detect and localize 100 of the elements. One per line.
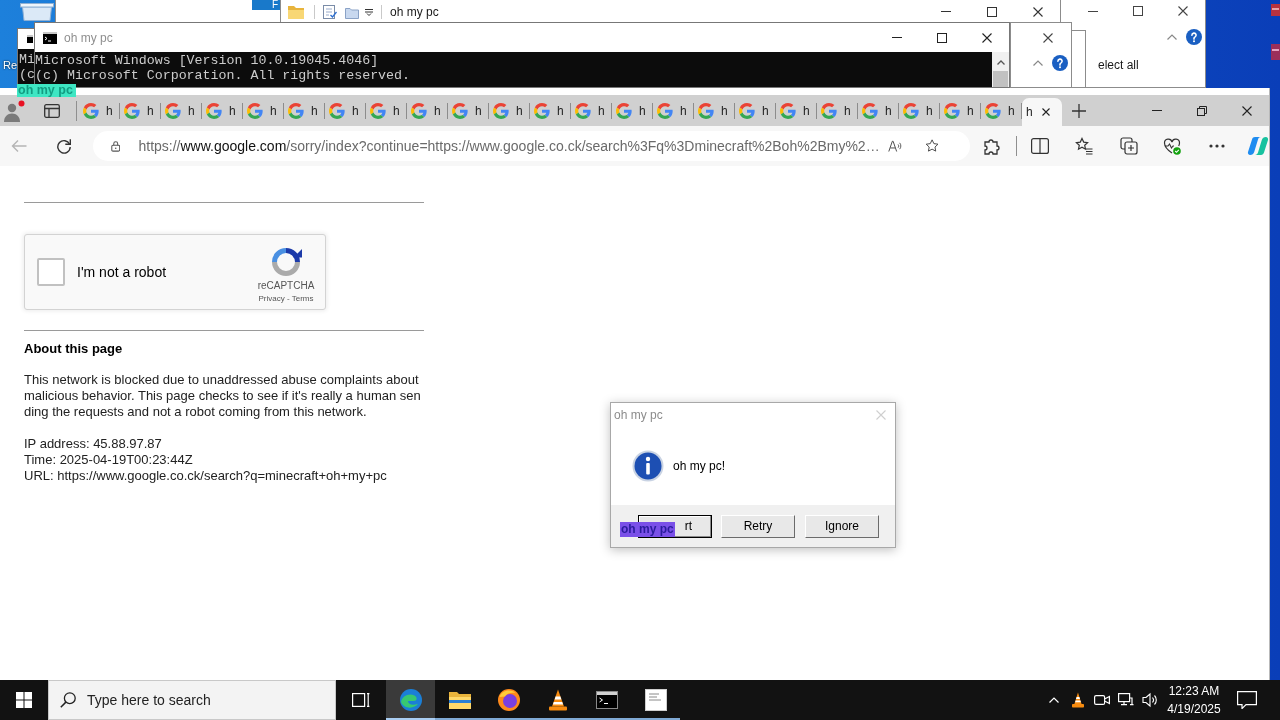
g-logo-icon xyxy=(288,102,304,119)
close-icon[interactable] xyxy=(981,32,992,43)
g-logo-icon xyxy=(698,102,714,119)
traffic-cone-icon[interactable] xyxy=(1071,692,1085,708)
puzzle-icon[interactable] xyxy=(983,137,1001,155)
close-icon[interactable] xyxy=(1041,108,1050,116)
browser-tab[interactable]: h xyxy=(776,95,817,126)
browser-tab[interactable]: h xyxy=(694,95,735,126)
address-bar[interactable]: https://www.google.com/sorry/index?continue=https://www.google.co.ck/search%3Fq%3Dminecraft%2Boh%2Bmy%2… xyxy=(93,131,970,161)
browser-tab[interactable]: h xyxy=(981,95,1022,126)
clock-time[interactable]: 12:23 AM xyxy=(1168,682,1220,700)
video-camera-icon[interactable] xyxy=(1094,692,1110,708)
browser-tab[interactable]: h xyxy=(571,95,612,126)
browser-tab[interactable]: h xyxy=(817,95,858,126)
browser-tab[interactable]: h xyxy=(899,95,940,126)
minimize-icon[interactable] xyxy=(891,37,902,38)
dialog-button[interactable]: Retry xyxy=(721,515,795,538)
g-logo-icon xyxy=(411,102,427,119)
ribbon-tab[interactable]: F xyxy=(252,0,281,10)
browser-tab[interactable]: h xyxy=(1022,98,1062,126)
scroll-thumb[interactable] xyxy=(993,71,1008,87)
checkbox-label: I'm not a robot xyxy=(77,264,167,280)
notification-icon[interactable] xyxy=(1237,691,1257,709)
browser-tab[interactable]: h xyxy=(530,95,571,126)
close-icon[interactable] xyxy=(1043,33,1053,43)
tab-panel-icon[interactable] xyxy=(44,102,60,119)
task-view-icon[interactable] xyxy=(352,692,370,708)
g-logo-icon xyxy=(329,102,345,119)
ribbon-item[interactable]: elect all xyxy=(1098,58,1139,72)
browser-tab[interactable]: h xyxy=(161,95,202,126)
reload-icon[interactable] xyxy=(56,138,72,154)
help-icon[interactable] xyxy=(1052,55,1068,71)
console-output-line: Mi xyxy=(19,52,34,67)
g-logo-icon xyxy=(739,102,755,119)
help-icon[interactable] xyxy=(1186,29,1202,45)
browser-tab[interactable]: h xyxy=(407,95,448,126)
browser-tab[interactable]: h xyxy=(366,95,407,126)
close-icon[interactable] xyxy=(1177,6,1188,16)
heart-pulse-icon[interactable] xyxy=(1163,137,1181,155)
maximize-icon[interactable] xyxy=(936,32,947,43)
browser-tab[interactable]: h xyxy=(653,95,694,126)
collections-icon[interactable] xyxy=(1120,137,1138,155)
dialog-button[interactable]: Ignore xyxy=(805,515,879,538)
privacy-terms-links[interactable]: Privacy - Terms xyxy=(258,294,314,304)
terminal-icon xyxy=(594,688,619,712)
browser-tab[interactable]: h xyxy=(858,95,899,126)
star-icon[interactable] xyxy=(924,137,939,155)
maximize-icon[interactable] xyxy=(1132,6,1143,16)
g-logo-icon xyxy=(575,102,591,119)
console-icon xyxy=(43,31,57,44)
paragraph: This network is blocked due to unaddressed abuse complaints about malicious behavior. This page checks to see if it's really a human sending the requests and not a robot coming from this network. xyxy=(24,372,422,420)
shortcut-icon[interactable] xyxy=(1271,4,1280,16)
g-logo-icon xyxy=(944,102,960,119)
browser-tab[interactable]: h xyxy=(120,95,161,126)
browser-tab[interactable]: h xyxy=(243,95,284,126)
windows-logo-icon[interactable] xyxy=(16,692,32,708)
browser-tab[interactable]: h xyxy=(448,95,489,126)
customize-dropdown-icon[interactable] xyxy=(365,7,373,16)
close-icon[interactable] xyxy=(1033,6,1043,17)
profile-icon[interactable] xyxy=(3,99,25,122)
speaker-icon[interactable] xyxy=(1142,692,1158,708)
scroll-up-icon[interactable] xyxy=(996,60,1005,65)
browser-tab[interactable]: h xyxy=(489,95,530,126)
browser-tab[interactable]: h xyxy=(284,95,325,126)
browser-tab[interactable]: h xyxy=(79,95,120,126)
favorites-icon[interactable] xyxy=(1075,137,1093,155)
dialog-title: oh my pc xyxy=(614,407,663,424)
shortcut-icon[interactable] xyxy=(1271,44,1280,60)
minimize-icon[interactable] xyxy=(1087,10,1098,12)
g-logo-icon xyxy=(206,102,222,119)
clock-date[interactable]: 4/19/2025 xyxy=(1167,700,1221,718)
more-icon[interactable] xyxy=(1209,144,1225,148)
g-logo-icon xyxy=(985,102,1001,119)
scrollbar[interactable] xyxy=(992,52,1009,87)
window-title: oh my pc xyxy=(390,4,439,19)
taskbar-button[interactable] xyxy=(386,680,435,720)
close-icon[interactable] xyxy=(1241,105,1252,116)
document-check-icon[interactable] xyxy=(323,4,337,19)
new-tab-icon[interactable] xyxy=(1072,103,1086,118)
lock-icon[interactable] xyxy=(111,139,121,153)
split-screen-icon[interactable] xyxy=(1031,138,1049,154)
minimize-icon[interactable] xyxy=(1151,110,1162,111)
checkbox[interactable] xyxy=(37,258,65,286)
browser-tab[interactable]: h xyxy=(325,95,366,126)
browser-tab[interactable]: h xyxy=(202,95,243,126)
g-logo-icon xyxy=(657,102,673,119)
restore-icon[interactable] xyxy=(1196,105,1207,116)
browser-tab[interactable]: h xyxy=(940,95,981,126)
g-logo-icon xyxy=(780,102,796,119)
browser-tab[interactable]: h xyxy=(612,95,653,126)
recycle-bin-icon[interactable] xyxy=(20,3,54,21)
g-logo-icon xyxy=(165,102,181,119)
read-aloud-icon[interactable] xyxy=(887,138,902,154)
browser-tab[interactable]: h xyxy=(735,95,776,126)
network-icon[interactable] xyxy=(1118,692,1134,708)
search-field[interactable]: Type here to search xyxy=(48,680,336,720)
maximize-icon[interactable] xyxy=(987,6,997,17)
g-logo-icon xyxy=(452,102,468,119)
detail-line: Time: 2025-04-19T00:23:44Z xyxy=(24,452,193,468)
copilot-icon[interactable] xyxy=(1247,135,1269,157)
